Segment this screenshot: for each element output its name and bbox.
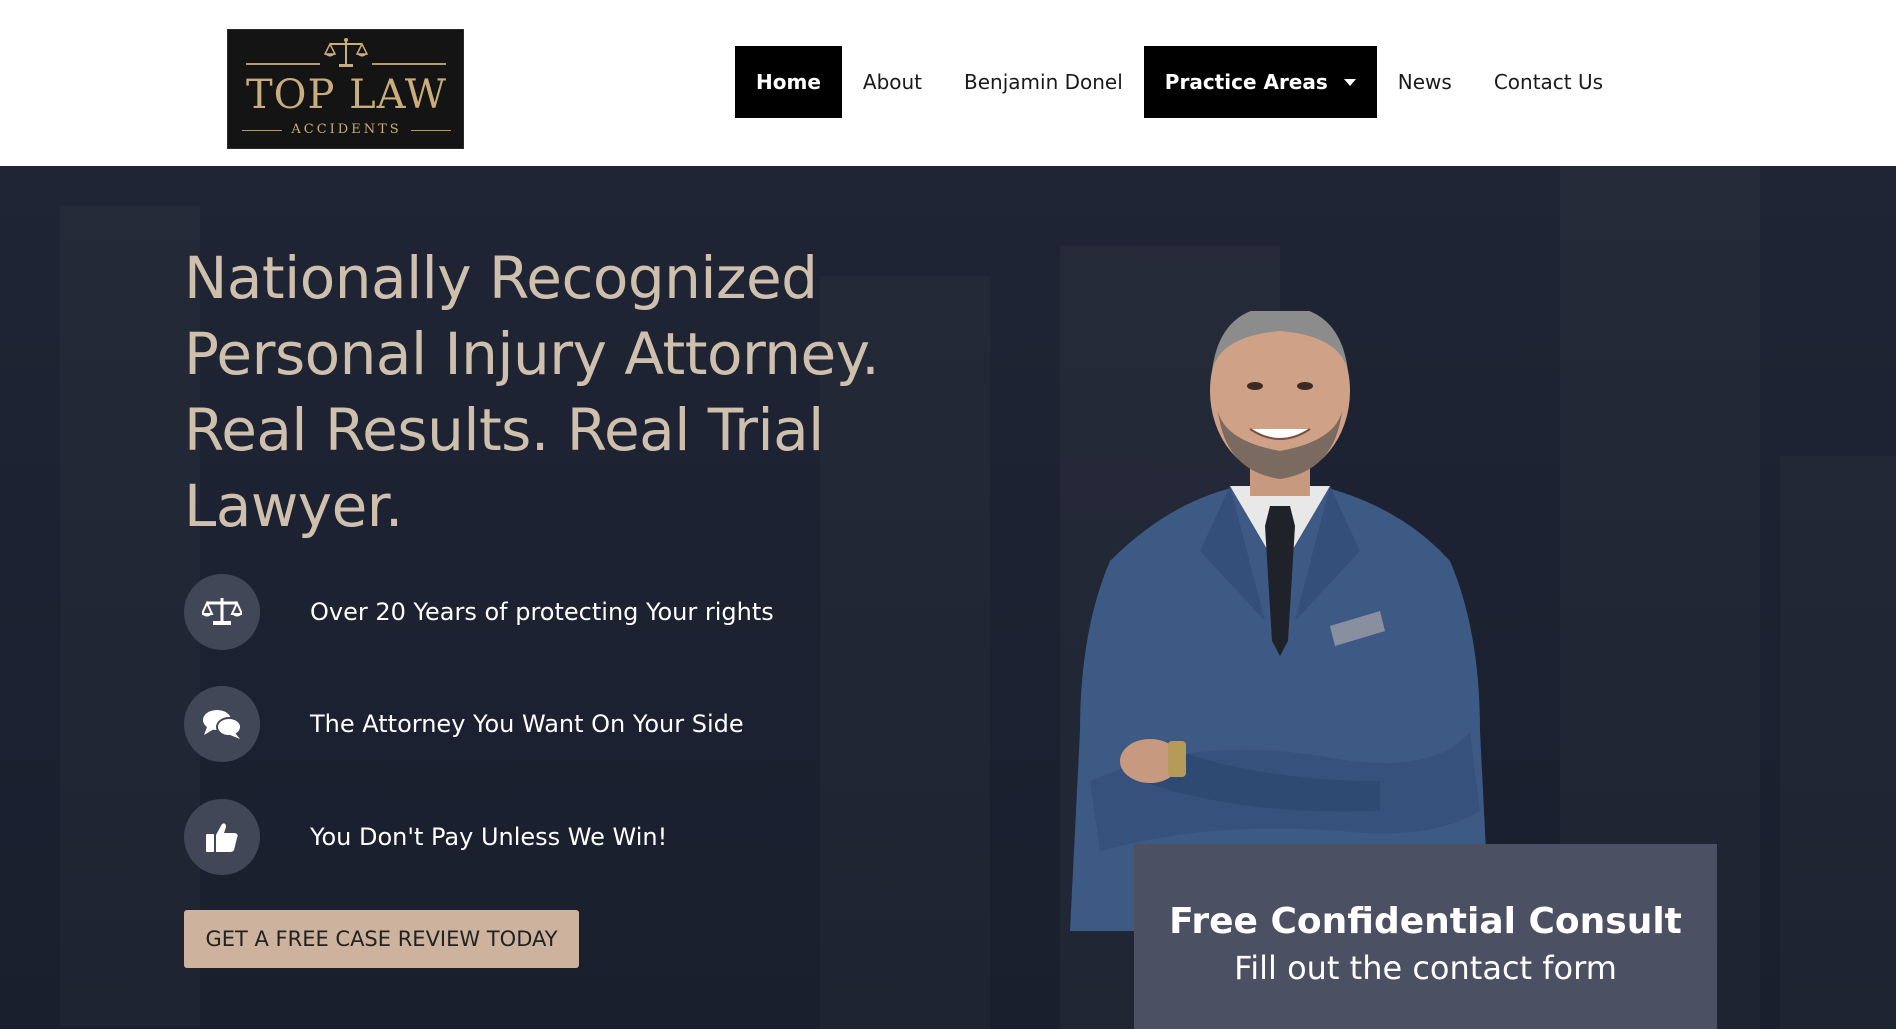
hero-headline: Nationally Recognized Personal Injury At…: [184, 244, 880, 540]
chat-bubbles-icon: [203, 710, 242, 739]
free-consult-box[interactable]: Free Confidential Consult Fill out the c…: [1134, 844, 1717, 1029]
thumbs-up-icon: [206, 823, 238, 852]
hero-section: Nationally Recognized Personal Injury At…: [0, 166, 1896, 1029]
background-building: [60, 206, 200, 1026]
nav-practice-areas[interactable]: Practice Areas: [1143, 46, 1377, 118]
site-header: TOP LAW ACCIDENTS Home About Benjamin Do…: [0, 0, 1896, 166]
feature-text: Over 20 Years of protecting Your rights: [310, 598, 774, 626]
logo-subtitle-rule-left: [242, 130, 282, 131]
nav-about-label: About: [862, 70, 923, 94]
nav-practice-areas-label: Practice Areas: [1164, 70, 1328, 94]
nav-home[interactable]: Home: [735, 46, 842, 118]
feature-text: The Attorney You Want On Your Side: [310, 710, 744, 738]
free-case-review-label: GET A FREE CASE REVIEW TODAY: [205, 927, 558, 951]
nav-about[interactable]: About: [842, 46, 943, 118]
nav-news-label: News: [1397, 70, 1452, 94]
feature-item: Over 20 Years of protecting Your rights: [184, 574, 884, 650]
background-building: [1780, 456, 1896, 1029]
consult-title: Free Confidential Consult: [1169, 901, 1682, 942]
logo-subtitle-rule-right: [411, 130, 451, 131]
feature-item: The Attorney You Want On Your Side: [184, 686, 884, 762]
feature-icon-circle: [184, 799, 260, 875]
logo-subtitle: ACCIDENTS: [291, 122, 402, 137]
nav-home-label: Home: [756, 70, 821, 94]
main-nav: Home About Benjamin Donel Practice Areas…: [735, 46, 1624, 118]
logo-rule-right: [372, 63, 446, 65]
scales-icon: [202, 598, 242, 625]
logo-subtitle-wrap: ACCIDENTS: [242, 121, 451, 139]
scales-of-justice-icon: [324, 38, 368, 67]
logo-brand-text: TOP LAW: [245, 72, 448, 118]
nav-benjamin-donel[interactable]: Benjamin Donel: [943, 46, 1144, 118]
nav-contact-us-label: Contact Us: [1493, 70, 1604, 94]
site-logo[interactable]: TOP LAW ACCIDENTS: [227, 29, 464, 149]
feature-text: You Don't Pay Unless We Win!: [310, 823, 668, 851]
feature-icon-circle: [184, 574, 260, 650]
nav-contact-us[interactable]: Contact Us: [1473, 46, 1624, 118]
nav-news[interactable]: News: [1377, 46, 1473, 118]
logo-rule-left: [246, 63, 320, 65]
consult-subtitle: Fill out the contact form: [1234, 949, 1617, 987]
free-case-review-button[interactable]: GET A FREE CASE REVIEW TODAY: [184, 910, 579, 968]
feature-icon-circle: [184, 686, 260, 762]
chevron-down-icon: [1343, 78, 1356, 86]
nav-benjamin-donel-label: Benjamin Donel: [964, 70, 1123, 94]
feature-item: You Don't Pay Unless We Win!: [184, 799, 884, 875]
